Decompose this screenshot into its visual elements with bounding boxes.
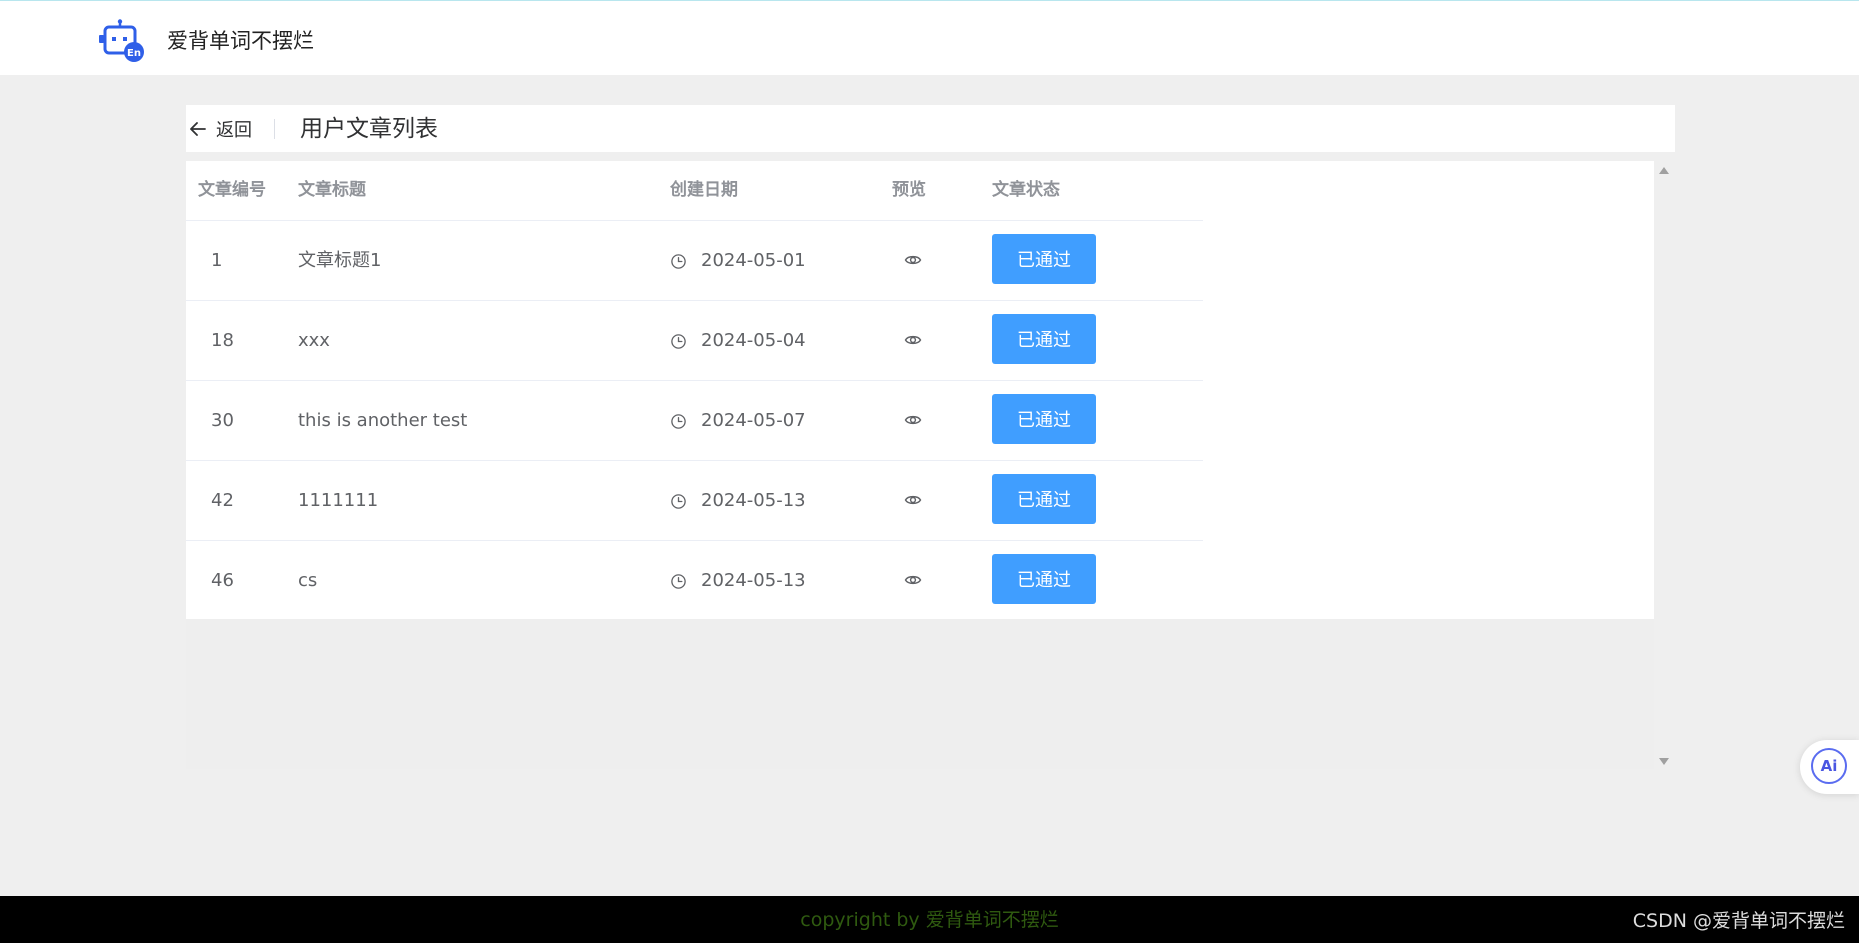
table-row: 18 xxx 2024-05-04 已通过 [186, 301, 1203, 381]
preview-button[interactable] [904, 331, 922, 356]
page-title: 用户文章列表 [300, 116, 438, 142]
table-header: 文章编号 文章标题 创建日期 预览 文章状态 [186, 161, 1203, 221]
article-id: 1 [211, 250, 223, 271]
article-title: 文章标题1 [298, 250, 382, 271]
article-date: 2024-05-13 [670, 489, 806, 513]
arrow-left-icon [190, 121, 206, 136]
preview-button[interactable] [904, 491, 922, 516]
article-title: cs [298, 570, 318, 591]
header-divider [274, 119, 275, 139]
eye-icon [904, 335, 922, 345]
article-id: 18 [211, 330, 234, 351]
preview-button[interactable] [904, 251, 922, 276]
eye-icon [904, 495, 922, 505]
csdn-watermark: CSDN @爱背单词不摆烂 [1632, 910, 1845, 932]
table-row: 42 1111111 2024-05-13 已通过 [186, 461, 1203, 541]
article-date: 2024-05-01 [670, 249, 806, 273]
article-date-text: 2024-05-13 [701, 570, 806, 591]
copyright-text: copyright by 爱背单词不摆烂 [800, 909, 1059, 931]
ai-icon: Ai [1811, 748, 1847, 784]
svg-text:En: En [127, 48, 141, 59]
scroll-up-arrow[interactable] [1659, 167, 1669, 174]
preview-button[interactable] [904, 571, 922, 596]
article-date-text: 2024-05-01 [701, 250, 806, 271]
article-title: this is another test [298, 410, 468, 431]
article-id: 46 [211, 570, 234, 591]
column-header-status: 文章状态 [992, 180, 1060, 200]
clock-icon [671, 333, 686, 349]
article-date-text: 2024-05-04 [701, 330, 806, 351]
column-header-title: 文章标题 [298, 180, 366, 200]
ai-assistant-button[interactable]: Ai [1800, 740, 1859, 794]
article-id: 42 [211, 490, 234, 511]
footer: copyright by 爱背单词不摆烂 CSDN @爱背单词不摆烂 [0, 896, 1859, 943]
column-header-id: 文章编号 [198, 180, 266, 200]
article-date: 2024-05-07 [670, 409, 806, 433]
top-bar: En 爱背单词不摆烂 [0, 1, 1859, 75]
clock-icon [671, 493, 686, 509]
article-title: 1111111 [298, 490, 379, 511]
status-button[interactable]: 已通过 [992, 234, 1096, 284]
article-id: 30 [211, 410, 234, 431]
app-title: 爱背单词不摆烂 [167, 29, 314, 53]
article-title: xxx [298, 330, 330, 351]
column-header-preview: 预览 [892, 180, 926, 200]
table-panel-empty-area [186, 619, 1654, 769]
article-date-text: 2024-05-07 [701, 410, 806, 431]
article-table: 文章编号 文章标题 创建日期 预览 文章状态 1 文章标题1 2024-05-0… [186, 161, 1203, 620]
page-header: 返回 用户文章列表 [186, 105, 1675, 152]
table-row: 1 文章标题1 2024-05-01 已通过 [186, 221, 1203, 301]
scroll-down-arrow[interactable] [1659, 758, 1669, 765]
article-date: 2024-05-13 [670, 569, 806, 593]
table-row: 30 this is another test 2024-05-07 已通过 [186, 381, 1203, 461]
eye-icon [904, 415, 922, 425]
status-button[interactable]: 已通过 [992, 474, 1096, 524]
status-button[interactable]: 已通过 [992, 394, 1096, 444]
table-row: 46 cs 2024-05-13 已通过 [186, 541, 1203, 620]
eye-icon [904, 575, 922, 585]
back-label: 返回 [216, 119, 252, 141]
eye-icon [904, 255, 922, 265]
column-header-date: 创建日期 [670, 180, 738, 200]
clock-icon [671, 253, 686, 269]
preview-button[interactable] [904, 411, 922, 436]
article-date: 2024-05-04 [670, 329, 806, 353]
status-button[interactable]: 已通过 [992, 554, 1096, 604]
clock-icon [671, 413, 686, 429]
clock-icon [671, 573, 686, 589]
robot-en-logo-icon[interactable]: En [98, 19, 146, 63]
status-button[interactable]: 已通过 [992, 314, 1096, 364]
article-date-text: 2024-05-13 [701, 490, 806, 511]
back-button[interactable]: 返回 [188, 105, 252, 152]
